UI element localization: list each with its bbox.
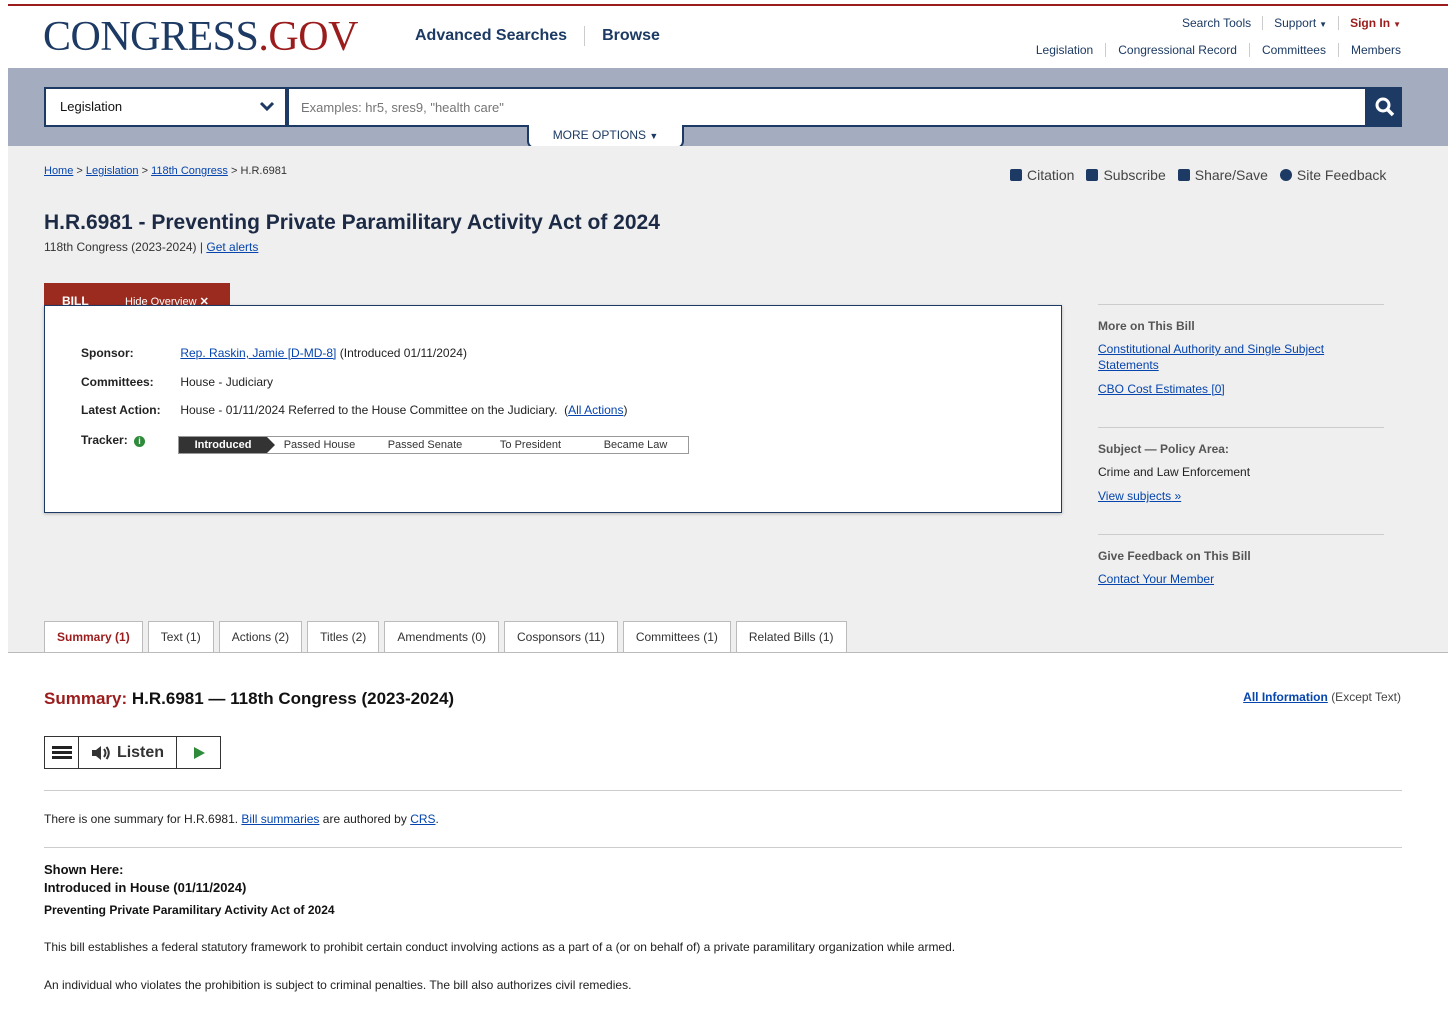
subnav-congressional-record[interactable]: Congressional Record bbox=[1118, 43, 1237, 57]
tracker-step-passed-house: Passed House› bbox=[267, 437, 379, 453]
support-menu[interactable]: Support ▼ bbox=[1274, 16, 1327, 30]
search-bar: Legislation MORE OPTIONS ▼ bbox=[8, 68, 1448, 149]
nav-browse[interactable]: Browse bbox=[602, 27, 660, 45]
caret-down-icon: ▼ bbox=[1319, 20, 1328, 29]
sponsor-link[interactable]: Rep. Raskin, Jamie [D-MD-8] bbox=[180, 346, 336, 360]
player-menu-button[interactable] bbox=[45, 737, 79, 768]
utility-nav: Search Tools Support ▼ Sign In ▼ bbox=[1182, 16, 1401, 30]
nav-advanced-searches[interactable]: Advanced Searches bbox=[415, 27, 567, 45]
tracker-row: Tracker: i bbox=[81, 433, 146, 447]
get-alerts-link[interactable]: Get alerts bbox=[206, 240, 258, 254]
subnav-members[interactable]: Members bbox=[1351, 43, 1401, 57]
tracker-step-introduced: Introduced bbox=[179, 437, 275, 453]
subnav-committees[interactable]: Committees bbox=[1262, 43, 1326, 57]
caret-down-icon: ▼ bbox=[1393, 20, 1401, 29]
tab-titles[interactable]: Titles (2) bbox=[307, 621, 380, 653]
breadcrumb-current: H.R.6981 bbox=[240, 165, 287, 177]
subnav-legislation[interactable]: Legislation bbox=[1036, 43, 1093, 57]
divider bbox=[44, 790, 1402, 791]
listen-button[interactable]: Listen bbox=[79, 737, 177, 768]
crs-link[interactable]: CRS bbox=[410, 812, 435, 826]
tab-committees[interactable]: Committees (1) bbox=[622, 621, 731, 653]
tab-summary[interactable]: Summary (1) bbox=[44, 621, 143, 653]
contact-your-member-link[interactable]: Contact Your Member bbox=[1098, 572, 1214, 586]
tab-actions[interactable]: Actions (2) bbox=[218, 621, 303, 653]
share-save-button[interactable]: Share/Save bbox=[1177, 167, 1268, 183]
breadcrumb: Home > Legislation > 118th Congress > H.… bbox=[44, 165, 287, 177]
summary-paragraph: An individual who violates the prohibiti… bbox=[44, 978, 632, 992]
bill-tracker: Introduced Passed House› Passed Senate› … bbox=[178, 436, 689, 454]
summary-version: Introduced in House (01/11/2024) bbox=[44, 880, 247, 895]
subject-policy-area: Subject — Policy Area: Crime and Law Enf… bbox=[1098, 427, 1384, 534]
bill-summaries-link[interactable]: Bill summaries bbox=[241, 812, 319, 826]
share-icon bbox=[1177, 169, 1190, 181]
tab-amendments[interactable]: Amendments (0) bbox=[384, 621, 500, 653]
comment-icon bbox=[1279, 169, 1292, 181]
sponsor-row: Sponsor: Rep. Raskin, Jamie [D-MD-8] (In… bbox=[81, 346, 467, 360]
committees-row: Committees: House - Judiciary bbox=[81, 375, 274, 389]
page-tools: Citation Subscribe Share/Save Site Feedb… bbox=[1010, 167, 1398, 183]
search-scope-select[interactable]: Legislation bbox=[44, 87, 287, 127]
more-on-this-bill: More on This Bill Constitutional Authori… bbox=[1098, 304, 1384, 427]
view-subjects-link[interactable]: View subjects » bbox=[1098, 489, 1181, 503]
tracker-step-passed-senate: Passed Senate› bbox=[372, 437, 485, 453]
cbo-cost-estimates-link[interactable]: CBO Cost Estimates [0] bbox=[1098, 382, 1225, 396]
search-input[interactable] bbox=[287, 87, 1367, 127]
summary-intro: There is one summary for H.R.6981. Bill … bbox=[44, 812, 439, 826]
envelope-icon bbox=[1086, 169, 1099, 181]
search-button[interactable] bbox=[1367, 87, 1402, 127]
summary-heading: Summary: H.R.6981 — 118th Congress (2023… bbox=[44, 689, 455, 708]
bill-tabs: Summary (1) Text (1) Actions (2) Titles … bbox=[44, 621, 852, 653]
page-title: H.R.6981 - Preventing Private Paramilita… bbox=[44, 211, 660, 234]
play-icon bbox=[193, 746, 205, 759]
nav-divider bbox=[584, 26, 586, 46]
subscribe-button[interactable]: Subscribe bbox=[1086, 167, 1166, 183]
give-feedback: Give Feedback on This Bill Contact Your … bbox=[1098, 534, 1384, 617]
double-chevron-right-icon: » bbox=[1174, 489, 1182, 503]
search-tools-link[interactable]: Search Tools bbox=[1182, 16, 1251, 30]
tab-related-bills[interactable]: Related Bills (1) bbox=[735, 621, 847, 653]
all-information-link[interactable]: All Information bbox=[1243, 690, 1328, 704]
shown-here: Shown Here: Introduced in House (01/11/2… bbox=[44, 862, 247, 895]
citation-button[interactable]: Citation bbox=[1010, 167, 1074, 183]
summary-paragraph: This bill establishes a federal statutor… bbox=[44, 940, 956, 954]
all-actions-link[interactable]: All Actions bbox=[568, 403, 623, 417]
sign-in-menu[interactable]: Sign In ▼ bbox=[1350, 16, 1401, 30]
search-icon bbox=[1375, 97, 1394, 117]
divider bbox=[44, 847, 1402, 848]
main-nav: Advanced Searches Browse bbox=[415, 26, 660, 46]
act-name: Preventing Private Paramilitary Activity… bbox=[44, 903, 335, 917]
tab-divider bbox=[8, 652, 1448, 653]
site-feedback-button[interactable]: Site Feedback bbox=[1279, 167, 1386, 183]
tracker-step-became-law: Became Law bbox=[583, 437, 688, 453]
info-icon[interactable]: i bbox=[134, 436, 146, 447]
chevron-down-icon bbox=[259, 101, 275, 112]
latest-action-row: Latest Action: House - 01/11/2024 Referr… bbox=[81, 403, 628, 417]
site-header: CONGRESS.GOV Advanced Searches Browse Se… bbox=[0, 6, 1456, 68]
breadcrumb-home[interactable]: Home bbox=[44, 165, 73, 177]
play-button[interactable] bbox=[177, 737, 220, 768]
citation-icon bbox=[1010, 169, 1022, 181]
congress-subtitle: 118th Congress (2023-2024) | Get alerts bbox=[44, 240, 259, 254]
bill-sidebar: More on This Bill Constitutional Authori… bbox=[1098, 304, 1384, 617]
tracker-step-to-president: To President› bbox=[478, 437, 590, 453]
tab-text[interactable]: Text (1) bbox=[147, 621, 214, 653]
congress-gov-logo[interactable]: CONGRESS.GOV bbox=[43, 14, 358, 60]
breadcrumb-congress[interactable]: 118th Congress bbox=[151, 165, 228, 177]
tab-cosponsors[interactable]: Cosponsors (11) bbox=[504, 621, 618, 653]
breadcrumb-legislation[interactable]: Legislation bbox=[86, 165, 139, 177]
section-nav: Legislation Congressional Record Committ… bbox=[1036, 43, 1401, 57]
listen-player: Listen bbox=[44, 736, 221, 769]
constitutional-authority-link[interactable]: Constitutional Authority and Single Subj… bbox=[1098, 342, 1324, 372]
bill-overview-panel: Sponsor: Rep. Raskin, Jamie [D-MD-8] (In… bbox=[44, 305, 1062, 513]
speaker-icon bbox=[91, 745, 110, 760]
all-information: All Information (Except Text) bbox=[1243, 690, 1401, 704]
chevron-down-icon: ▼ bbox=[649, 131, 659, 141]
